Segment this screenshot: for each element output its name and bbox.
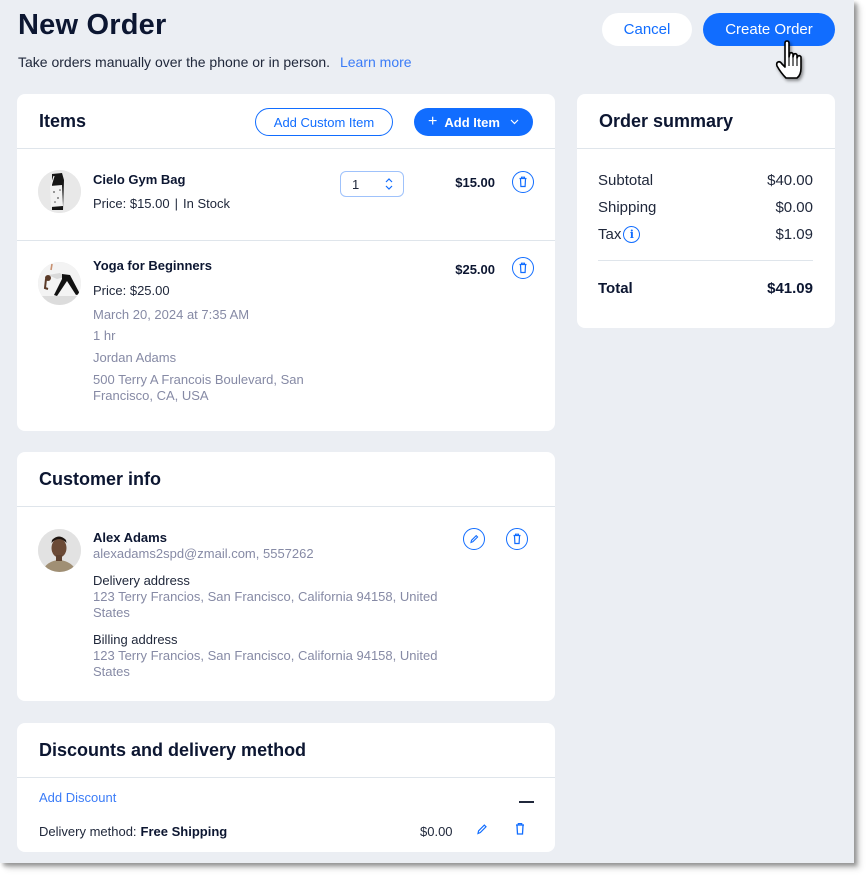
stepper-arrows-icon[interactable] — [384, 176, 394, 192]
total-value: $41.09 — [767, 280, 813, 297]
quantity-value: 1 — [352, 176, 360, 192]
shipping-label: Shipping — [598, 199, 657, 216]
total-label: Total — [598, 280, 633, 297]
product-image-yoga — [38, 262, 81, 305]
trash-icon — [519, 262, 527, 274]
items-card-header: Items Add Custom Item + Add Item — [17, 94, 555, 149]
tax-label: Tax — [598, 226, 622, 243]
create-order-button[interactable]: Create Order — [703, 13, 835, 46]
customer-contact: alexadams2spd@zmail.com, 5557262 — [93, 546, 314, 561]
item-total: $15.00 — [455, 175, 495, 190]
item-price: Price: $25.00 — [93, 283, 170, 298]
cancel-button[interactable]: Cancel — [602, 13, 692, 46]
info-icon[interactable]: i — [623, 226, 641, 243]
order-summary-title: Order summary — [599, 110, 734, 131]
delivery-price: $0.00 — [420, 824, 453, 839]
discounts-delivery-title: Discounts and delivery method — [39, 739, 307, 760]
customer-name: Alex Adams — [93, 530, 167, 545]
items-title: Items — [39, 110, 87, 131]
delete-customer-button[interactable] — [506, 528, 528, 550]
delete-item-button[interactable] — [512, 257, 534, 279]
item-price: Price: $15.00 — [93, 196, 170, 211]
tax-value: $1.09 — [775, 226, 813, 243]
booking-duration: 1 hr — [93, 328, 116, 343]
quantity-stepper[interactable]: 1 — [340, 171, 404, 197]
customer-info-card: Customer info Alex Adams alexadams2spd@z… — [17, 452, 555, 701]
delivery-method-value: Free Shipping — [140, 824, 228, 839]
discounts-delivery-card: Discounts and delivery method Add Discou… — [17, 723, 555, 852]
delivery-method-label: Delivery method: — [39, 824, 137, 839]
page-title: New Order — [18, 9, 167, 41]
collapse-dash-icon[interactable] — [519, 801, 534, 803]
customer-info-title: Customer info — [39, 468, 162, 489]
add-discount-link[interactable]: Add Discount — [39, 790, 116, 805]
discounts-delivery-header: Discounts and delivery method — [17, 723, 555, 778]
separator: | — [174, 196, 178, 211]
item-total: $25.00 — [455, 262, 495, 277]
billing-address-label: Billing address — [93, 632, 178, 647]
edit-delivery-pencil-icon[interactable] — [475, 822, 489, 836]
chevron-down-icon — [510, 117, 519, 127]
item-name: Cielo Gym Bag — [93, 172, 186, 187]
plus-icon: + — [428, 113, 438, 130]
pencil-icon — [470, 534, 479, 544]
subtotal-label: Subtotal — [598, 172, 654, 189]
subtotal-value: $40.00 — [767, 172, 813, 189]
delete-item-button[interactable] — [512, 171, 534, 193]
summary-divider — [598, 260, 813, 261]
add-item-label: Add Item — [444, 114, 500, 130]
shipping-value: $0.00 — [775, 199, 813, 216]
summary-row-shipping: Shipping $0.00 — [598, 194, 813, 221]
new-order-page: New Order Take orders manually over the … — [0, 0, 854, 863]
order-summary-card: Order summary Subtotal $40.00 Shipping $… — [577, 94, 835, 328]
add-item-button[interactable]: + Add Item — [414, 108, 533, 136]
customer-avatar — [38, 529, 81, 572]
page-subtitle: Take orders manually over the phone or i… — [18, 54, 412, 70]
hand-pointer-cursor-icon — [775, 40, 802, 79]
delivery-address-label: Delivery address — [93, 573, 190, 588]
item-row: Cielo Gym Bag Price: $15.00 | In Stock 1 $… — [17, 149, 555, 241]
item-price-stock: Price: $15.00 | In Stock — [93, 196, 230, 211]
learn-more-link[interactable]: Learn more — [340, 54, 412, 70]
customer-info-header: Customer info — [17, 452, 555, 507]
delivery-method: Delivery method: Free Shipping — [39, 824, 227, 839]
billing-address: 123 Terry Francios, San Francisco, Calif… — [93, 648, 438, 679]
order-summary-body: Subtotal $40.00 Shipping $0.00 Tax i $1.… — [577, 149, 835, 302]
booking-location: 500 Terry A Francois Boulevard, San Fran… — [93, 372, 304, 403]
summary-row-tax: Tax i $1.09 — [598, 221, 813, 248]
item-name: Yoga for Beginners — [93, 258, 212, 273]
item-row: Yoga for Beginners Price: $25.00 March 2… — [17, 242, 555, 431]
edit-customer-button[interactable] — [463, 528, 485, 550]
trash-icon — [519, 176, 527, 188]
trash-icon — [513, 533, 521, 545]
order-summary-header: Order summary — [577, 94, 835, 149]
summary-row-total: Total $41.09 — [598, 275, 813, 302]
delivery-address: 123 Terry Francios, San Francisco, Calif… — [93, 589, 438, 620]
item-stock: In Stock — [183, 196, 230, 211]
items-card: Items Add Custom Item + Add Item Cielo G… — [17, 94, 555, 431]
tax-label-group: Tax i — [598, 226, 641, 243]
product-image-gym-bag — [38, 170, 81, 213]
summary-row-subtotal: Subtotal $40.00 — [598, 167, 813, 194]
add-custom-item-button[interactable]: Add Custom Item — [255, 108, 393, 136]
subtitle-text: Take orders manually over the phone or i… — [18, 54, 331, 70]
booking-datetime: March 20, 2024 at 7:35 AM — [93, 307, 250, 322]
booking-staff: Jordan Adams — [93, 350, 177, 365]
delete-delivery-trash-icon[interactable] — [513, 822, 527, 836]
